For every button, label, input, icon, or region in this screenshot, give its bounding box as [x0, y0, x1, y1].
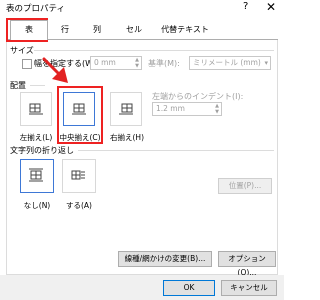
wrap-around-icon: [71, 170, 85, 180]
align-center-highlight-box: [57, 86, 103, 144]
width-value: 0 mm: [94, 58, 116, 67]
tab-row[interactable]: 行: [50, 21, 80, 39]
indent-spinner[interactable]: ▲ ▼: [213, 103, 221, 115]
window-title: 表のプロパティ: [6, 4, 65, 14]
unit-value: ミリメートル (mm): [193, 58, 261, 67]
align-right-icon: [119, 103, 133, 115]
borders-shading-button[interactable]: 線種/網かけの変更(B)...: [118, 251, 212, 267]
position-button[interactable]: 位置(P)...: [218, 178, 272, 194]
wrap-around-option[interactable]: [62, 159, 96, 193]
width-input[interactable]: 0 mm ▲ ▼: [90, 56, 142, 70]
alignment-section-label: 配置: [10, 81, 26, 90]
align-right-option[interactable]: [110, 92, 142, 126]
cancel-button[interactable]: キャンセル: [221, 280, 277, 296]
unit-select[interactable]: ミリメートル (mm) ▾: [189, 56, 271, 70]
close-button[interactable]: ✕: [266, 0, 276, 14]
annotation-arrow-icon: [42, 57, 68, 83]
align-left-label: 左揃え(L): [19, 133, 53, 142]
align-left-option[interactable]: [20, 92, 52, 126]
ok-button[interactable]: OK: [163, 280, 215, 296]
wrap-around-label: する(A): [66, 201, 92, 210]
align-right-label: 右揃え(H): [110, 133, 144, 142]
chevron-down-icon: ▾: [264, 59, 268, 67]
wrap-none-icon: [29, 168, 43, 182]
unit-label: 基準(M):: [148, 59, 180, 68]
indent-input[interactable]: 1.2 mm ▲ ▼: [152, 102, 222, 116]
align-left-icon: [29, 103, 43, 115]
indent-label: 左端からのインデント(I):: [152, 92, 244, 101]
tab-table[interactable]: 表: [10, 20, 48, 40]
width-spinner[interactable]: ▲ ▼: [133, 57, 141, 69]
width-checkbox[interactable]: [22, 59, 32, 69]
indent-value: 1.2 mm: [156, 104, 185, 113]
wrapping-section-label: 文字列の折り返し: [10, 146, 74, 155]
tab-cell[interactable]: セル: [114, 21, 154, 39]
wrap-none-option[interactable]: [20, 159, 54, 193]
help-button[interactable]: ?: [243, 1, 248, 12]
tab-column[interactable]: 列: [82, 21, 112, 39]
wrap-none-label: なし(N): [23, 201, 51, 210]
size-divider: [34, 50, 274, 51]
wrapping-divider: [78, 150, 274, 151]
tab-alt-text[interactable]: 代替テキスト: [156, 21, 214, 39]
options-button[interactable]: オプション(O)...: [218, 251, 276, 277]
size-section-label: サイズ: [10, 46, 34, 55]
